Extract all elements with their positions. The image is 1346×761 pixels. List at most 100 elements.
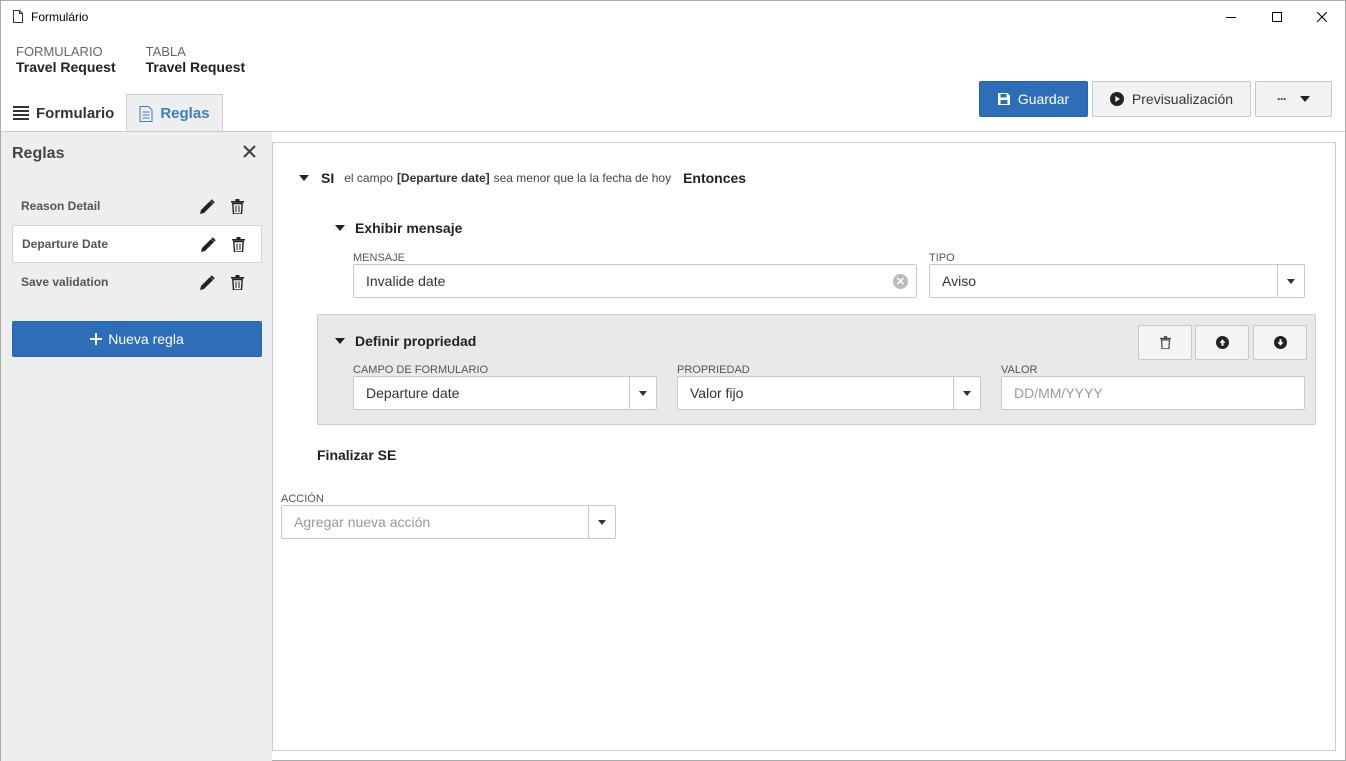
type-value: Aviso xyxy=(942,273,976,289)
define-property-section-title: Definir propriedad xyxy=(335,333,476,349)
save-button-label: Guardar xyxy=(1017,91,1070,107)
collapse-toggle-icon[interactable] xyxy=(335,225,345,231)
collapse-toggle-icon[interactable] xyxy=(299,175,309,181)
new-rule-label: Nueva regla xyxy=(108,331,184,347)
show-message-title: Exhibir mensaje xyxy=(355,220,463,236)
ellipsis-icon: ··· xyxy=(1277,92,1287,106)
action-label: ACCIÓN xyxy=(281,493,324,505)
more-options-button[interactable]: ··· xyxy=(1255,81,1332,117)
dropdown-toggle[interactable] xyxy=(588,506,615,538)
trash-icon xyxy=(1159,336,1171,349)
maximize-button[interactable] xyxy=(1254,1,1300,32)
new-rule-button[interactable]: Nueva regla xyxy=(12,321,262,357)
type-select[interactable]: Aviso xyxy=(929,264,1305,298)
delete-rule-button[interactable] xyxy=(231,199,244,215)
dropdown-toggle[interactable] xyxy=(953,377,980,409)
rule-condition-row: SI el campo [Departure date] sea menor q… xyxy=(299,170,746,186)
close-sidebar-button[interactable] xyxy=(243,145,257,159)
rules-document-icon xyxy=(139,105,153,122)
if-keyword: SI xyxy=(321,170,335,186)
chevron-down-icon xyxy=(598,519,606,525)
value-input[interactable]: DD/MM/YYYY xyxy=(1001,376,1305,410)
rule-item-departure-date[interactable]: Departure Date xyxy=(12,225,262,263)
message-input[interactable]: Invalide date ✕ xyxy=(353,264,917,298)
tab-formulario[interactable]: Formulario xyxy=(1,94,126,132)
message-label: MENSAJE xyxy=(353,252,405,264)
tab-formulario-label: Formulario xyxy=(36,104,115,122)
rules-sidebar: Reglas Reason Detail Departure Date Save… xyxy=(1,132,272,761)
delete-rule-button[interactable] xyxy=(231,275,244,291)
edit-rule-button[interactable] xyxy=(199,199,215,215)
trash-icon xyxy=(231,199,244,215)
save-button[interactable]: Guardar xyxy=(979,81,1088,117)
delete-rule-button[interactable] xyxy=(232,237,245,253)
add-action-placeholder: Agregar nueva acción xyxy=(294,514,431,530)
message-value: Invalide date xyxy=(366,273,446,289)
close-icon xyxy=(1317,11,1327,22)
close-window-button[interactable] xyxy=(1299,1,1345,32)
form-list-icon xyxy=(13,106,29,120)
edit-rule-button[interactable] xyxy=(199,275,215,291)
pencil-icon xyxy=(200,199,215,214)
preview-button-label: Previsualización xyxy=(1131,91,1234,107)
then-keyword: Entonces xyxy=(683,170,747,186)
move-down-button[interactable] xyxy=(1253,325,1307,360)
show-message-section-title: Exhibir mensaje xyxy=(335,220,462,236)
value-placeholder: DD/MM/YYYY xyxy=(1014,385,1103,401)
property-value: Valor fijo xyxy=(690,385,744,401)
form-field-value: Departure date xyxy=(366,385,460,401)
rule-item-save-validation[interactable]: Save validation xyxy=(12,263,262,301)
table-label: TABLA xyxy=(145,44,186,59)
trash-icon xyxy=(232,237,245,253)
play-icon xyxy=(1109,92,1124,106)
rule-item-label: Save validation xyxy=(21,275,109,289)
rule-item-label: Reason Detail xyxy=(21,199,101,213)
sidebar-title: Reglas xyxy=(12,145,65,162)
delete-action-button[interactable] xyxy=(1138,325,1192,360)
form-field-select[interactable]: Departure date xyxy=(353,376,657,410)
rule-item-reason-detail[interactable]: Reason Detail xyxy=(12,187,262,225)
tab-reglas[interactable]: Reglas xyxy=(126,94,223,132)
move-up-button[interactable] xyxy=(1195,325,1249,360)
property-label: PROPRIEDAD xyxy=(677,364,750,376)
tab-reglas-label: Reglas xyxy=(160,105,210,122)
pencil-icon xyxy=(201,237,216,252)
maximize-icon xyxy=(1272,11,1282,22)
arrow-down-circle-icon xyxy=(1273,336,1287,349)
chevron-down-icon xyxy=(639,390,647,396)
pencil-icon xyxy=(200,275,215,290)
close-icon xyxy=(243,145,256,158)
trash-icon xyxy=(231,275,244,291)
form-header: FORMULARIO Travel Request TABLA Travel R… xyxy=(16,44,245,75)
edit-rule-button[interactable] xyxy=(200,237,216,253)
document-icon xyxy=(13,10,23,23)
window-title: Formulário xyxy=(31,9,89,24)
collapse-toggle-icon[interactable] xyxy=(335,338,345,344)
add-action-select[interactable]: Agregar nueva acción xyxy=(281,505,616,539)
tab-bar: Formulario Reglas xyxy=(1,94,223,132)
define-property-title: Definir propriedad xyxy=(355,333,477,349)
rule-editor: SI el campo [Departure date] sea menor q… xyxy=(272,142,1336,751)
preview-button[interactable]: Previsualización xyxy=(1092,81,1251,117)
property-select[interactable]: Valor fijo xyxy=(677,376,981,410)
title-bar: Formulário xyxy=(1,1,1345,32)
plus-icon xyxy=(90,333,103,345)
form-field-label: CAMPO DE FORMULARIO xyxy=(353,364,489,376)
form-info: FORMULARIO Travel Request xyxy=(16,44,116,75)
condition-field[interactable]: [Departure date] xyxy=(397,171,490,185)
end-if-label: Finalizar SE xyxy=(317,447,397,463)
clear-input-icon[interactable]: ✕ xyxy=(893,274,908,289)
define-property-section: Definir propriedad CAMPO DE FORMULARIO D… xyxy=(317,314,1316,425)
save-icon xyxy=(997,93,1010,105)
table-name: Travel Request xyxy=(145,59,246,75)
dropdown-toggle[interactable] xyxy=(629,377,656,409)
arrow-up-circle-icon xyxy=(1215,336,1229,349)
minimize-button[interactable] xyxy=(1208,1,1254,32)
table-info: TABLA Travel Request xyxy=(146,44,246,75)
minimize-icon xyxy=(1226,16,1236,18)
chevron-down-icon xyxy=(1300,96,1310,102)
form-label: FORMULARIO xyxy=(16,44,103,59)
dropdown-toggle[interactable] xyxy=(1277,265,1304,297)
form-name: Travel Request xyxy=(16,59,116,75)
condition-suffix: sea menor que la la fecha de hoy xyxy=(493,171,672,185)
